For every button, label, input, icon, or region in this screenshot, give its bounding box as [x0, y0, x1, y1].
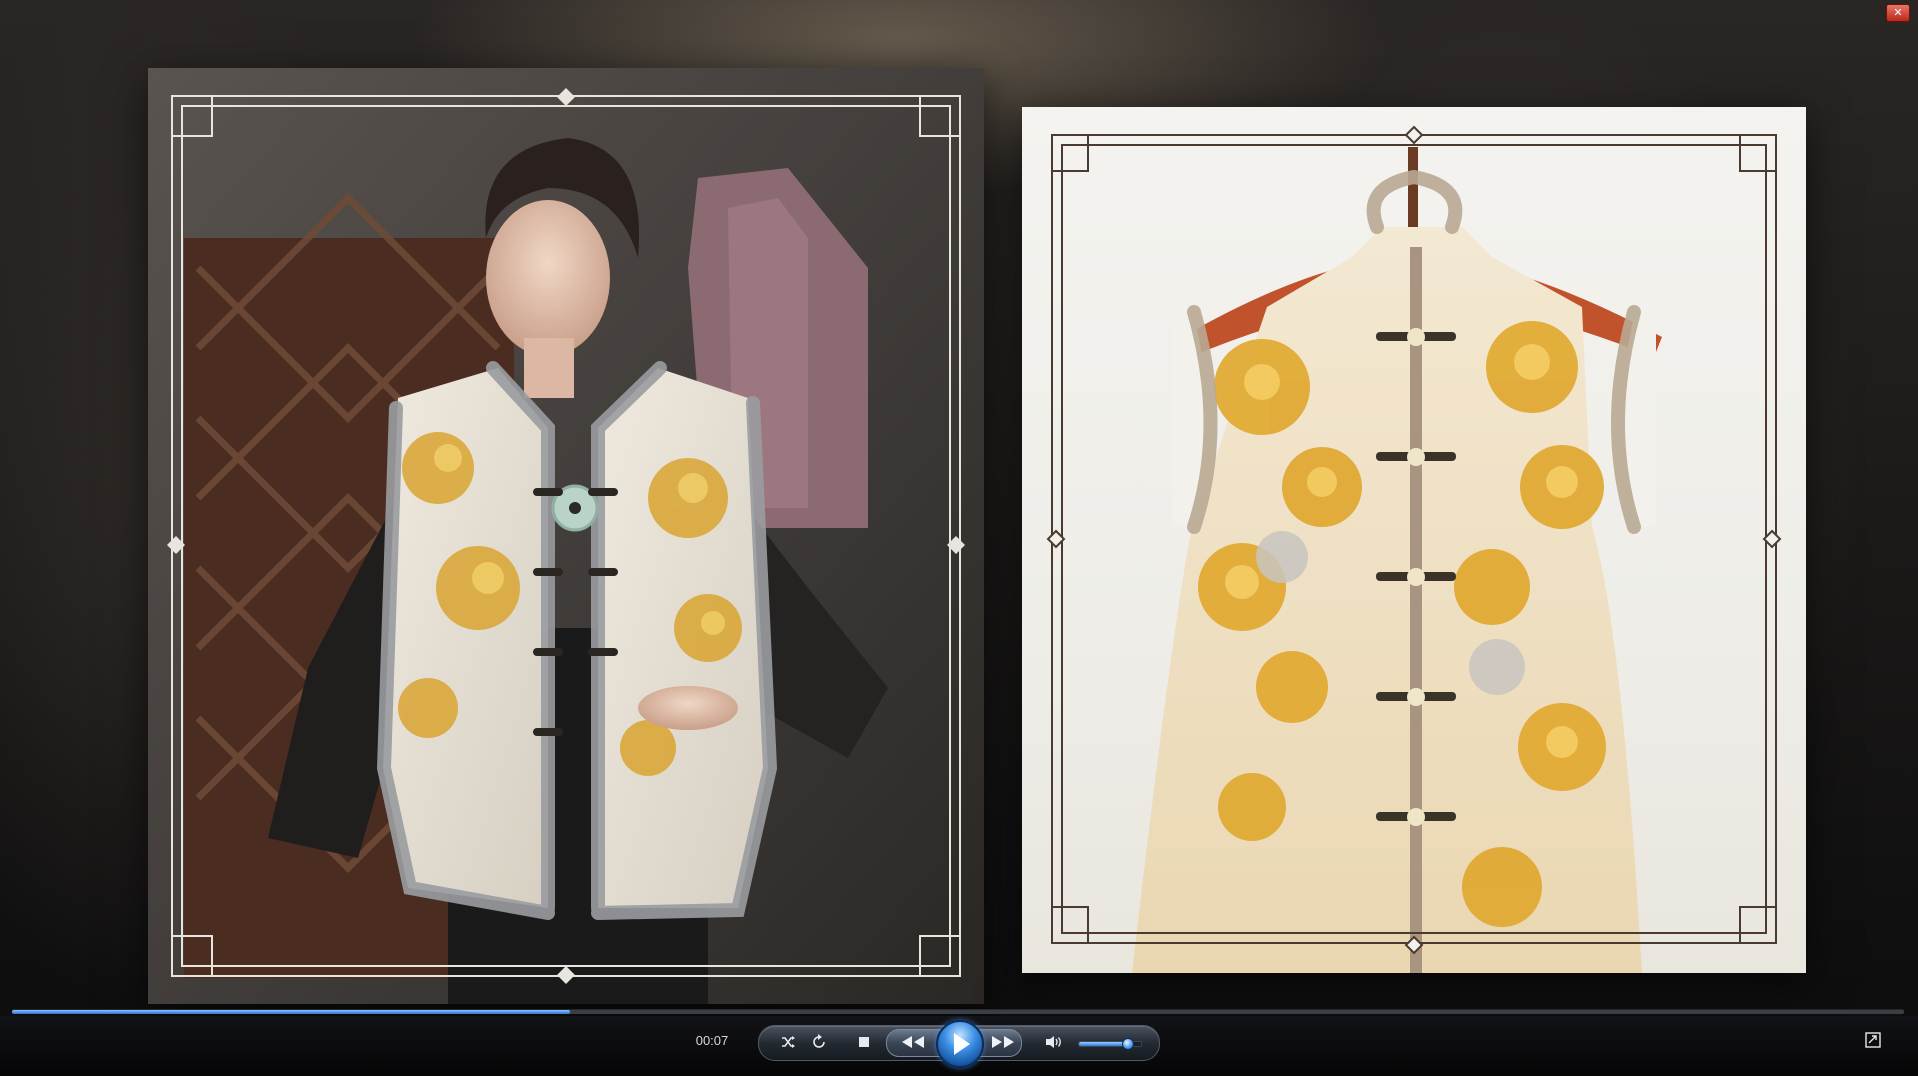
model-wearing-vest-photo — [148, 68, 984, 1004]
fast-forward-icon — [992, 1036, 1014, 1048]
volume-slider[interactable] — [1078, 1038, 1142, 1050]
seek-bar-progress — [12, 1010, 571, 1014]
slideshow-stage: ✕ 00:07 — [0, 0, 1918, 1076]
volume-level — [1079, 1042, 1128, 1046]
vest-on-hanger-photo — [1022, 107, 1806, 973]
elapsed-time: 00:07 — [695, 1033, 729, 1048]
close-button[interactable]: ✕ — [1886, 4, 1910, 22]
shuffle-icon — [782, 1036, 795, 1048]
stop-button[interactable] — [858, 1036, 870, 1048]
switch-to-library-icon — [1865, 1032, 1881, 1048]
previous-button[interactable] — [898, 1034, 928, 1050]
mute-button[interactable] — [1044, 1034, 1064, 1050]
speaker-icon — [1046, 1036, 1061, 1048]
play-icon — [954, 1033, 970, 1055]
switch-to-library-button[interactable] — [1865, 1032, 1881, 1048]
repeat-button[interactable] — [811, 1034, 827, 1050]
repeat-icon — [813, 1034, 825, 1048]
decorative-frame-left — [167, 88, 965, 984]
rewind-icon — [902, 1036, 924, 1048]
play-button[interactable] — [936, 1020, 984, 1068]
seek-bar[interactable] — [12, 1009, 1904, 1014]
decorative-frame-right — [1046, 125, 1782, 955]
next-button[interactable] — [988, 1034, 1018, 1050]
shuffle-button[interactable] — [780, 1034, 796, 1050]
stop-icon — [859, 1037, 869, 1047]
